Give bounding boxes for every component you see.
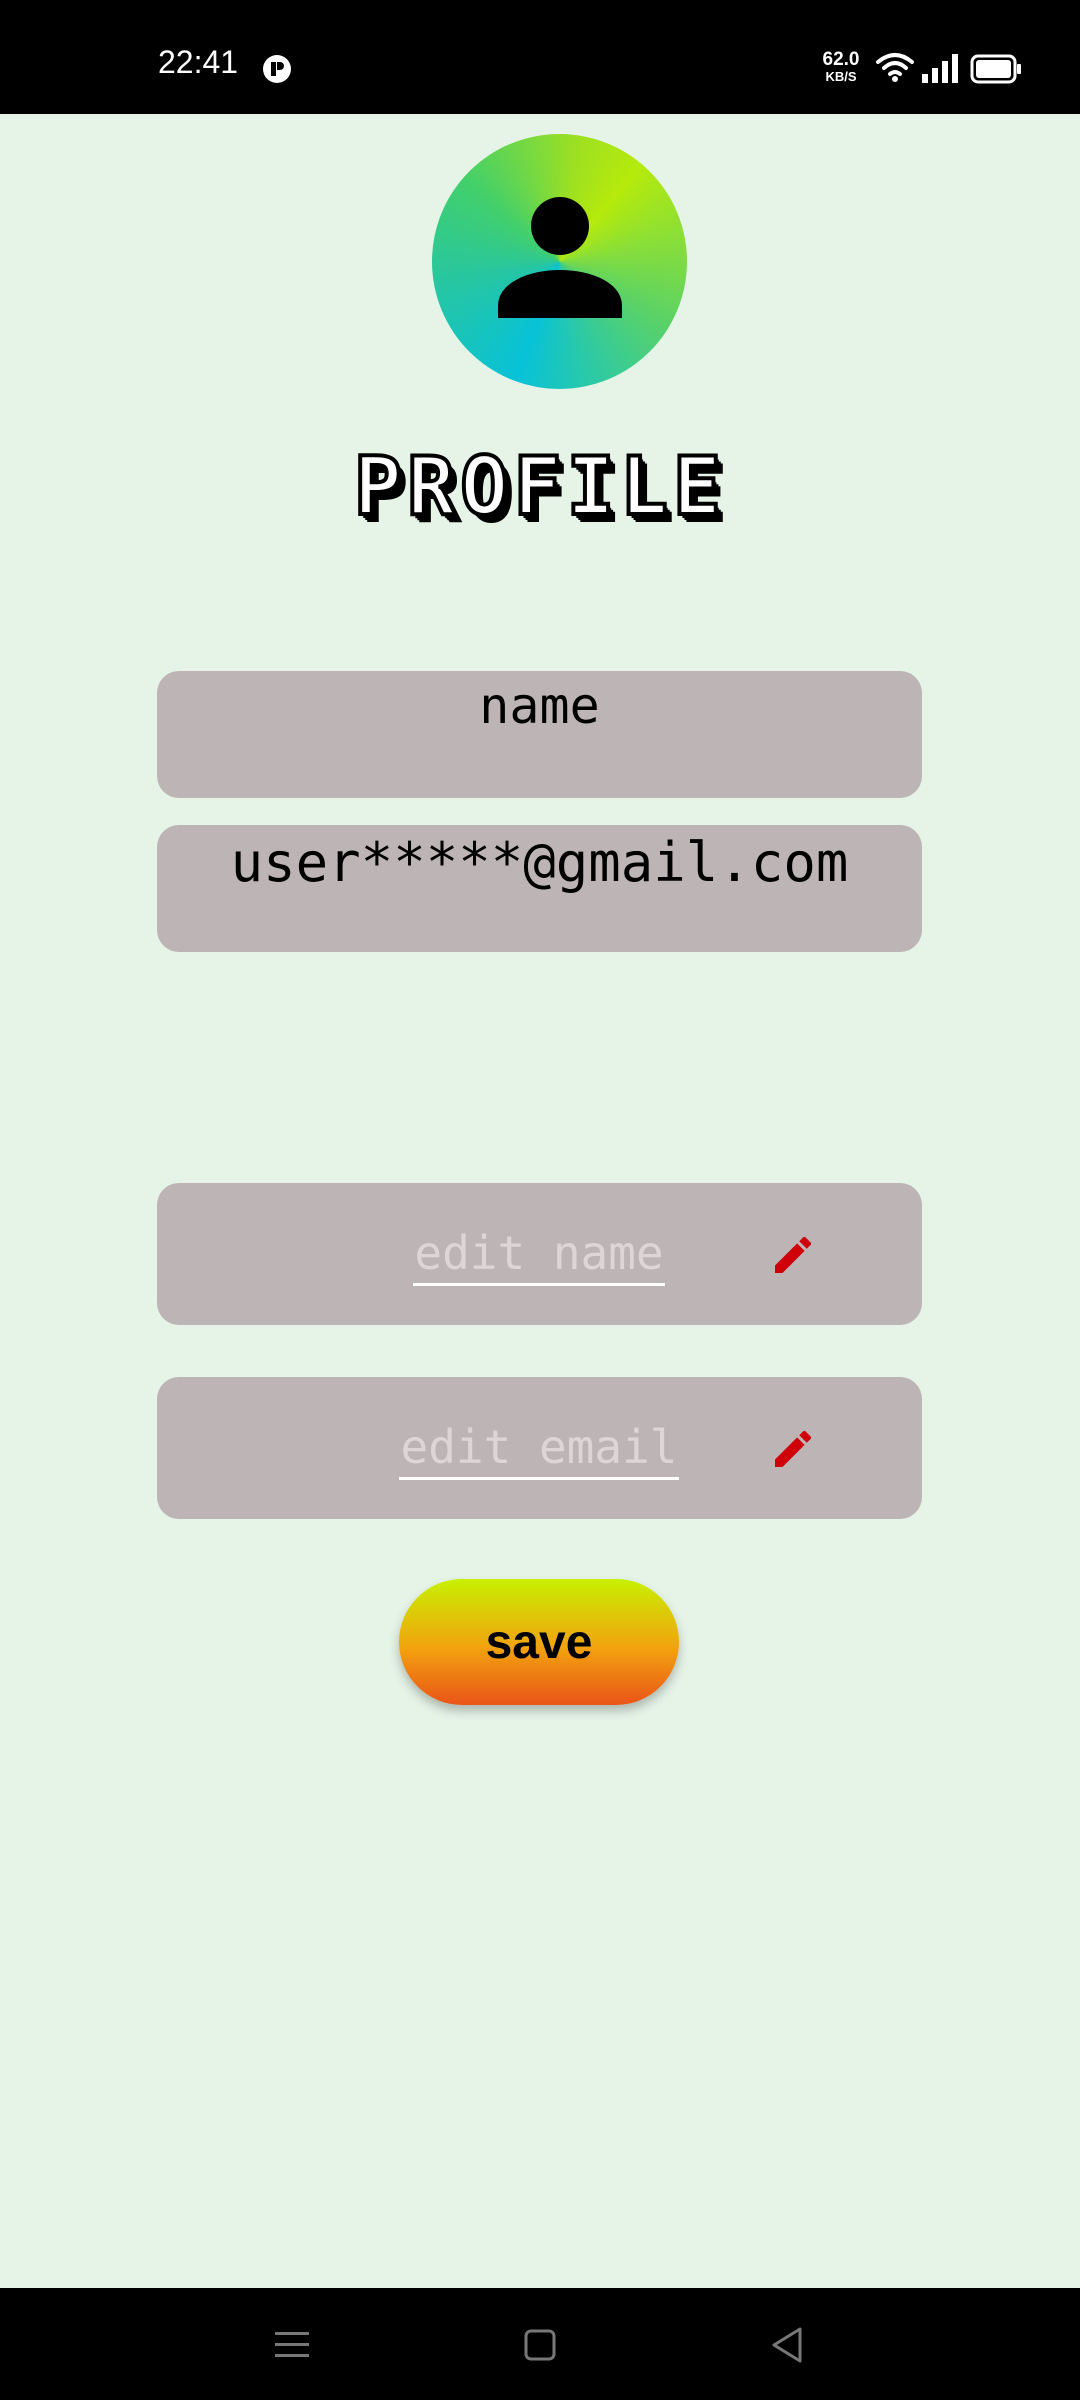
navigation-bar [0, 2288, 1080, 2400]
status-time: 22:41 [158, 44, 239, 80]
network-speed: 62.0 KB/S [816, 50, 866, 83]
edit-email-field [157, 1377, 922, 1519]
email-value: user*****@gmail.com [230, 831, 849, 894]
edit-name-field [157, 1183, 922, 1325]
battery-icon [970, 54, 1021, 84]
avatar [432, 134, 687, 389]
email-display: user*****@gmail.com [157, 825, 922, 952]
menu-icon[interactable] [274, 2328, 310, 2362]
signal-icon [922, 54, 958, 83]
network-speed-value: 62.0 [822, 49, 860, 70]
home-icon[interactable] [524, 2328, 556, 2362]
person-icon [498, 197, 622, 318]
page-title: PROFILE [352, 438, 727, 535]
edit-name-input[interactable] [413, 1223, 665, 1286]
wifi-icon [876, 53, 914, 82]
pencil-icon[interactable] [769, 1425, 817, 1473]
name-value: name [479, 677, 600, 735]
network-speed-unit: KB/S [825, 69, 857, 84]
status-bar: 22:41 62.0 KB/S [0, 0, 1080, 114]
pencil-icon[interactable] [769, 1231, 817, 1279]
app-notification-icon [263, 55, 291, 83]
back-icon[interactable] [770, 2326, 804, 2364]
edit-email-input[interactable] [399, 1417, 679, 1480]
save-button[interactable]: save [399, 1579, 679, 1705]
name-display: name [157, 671, 922, 798]
